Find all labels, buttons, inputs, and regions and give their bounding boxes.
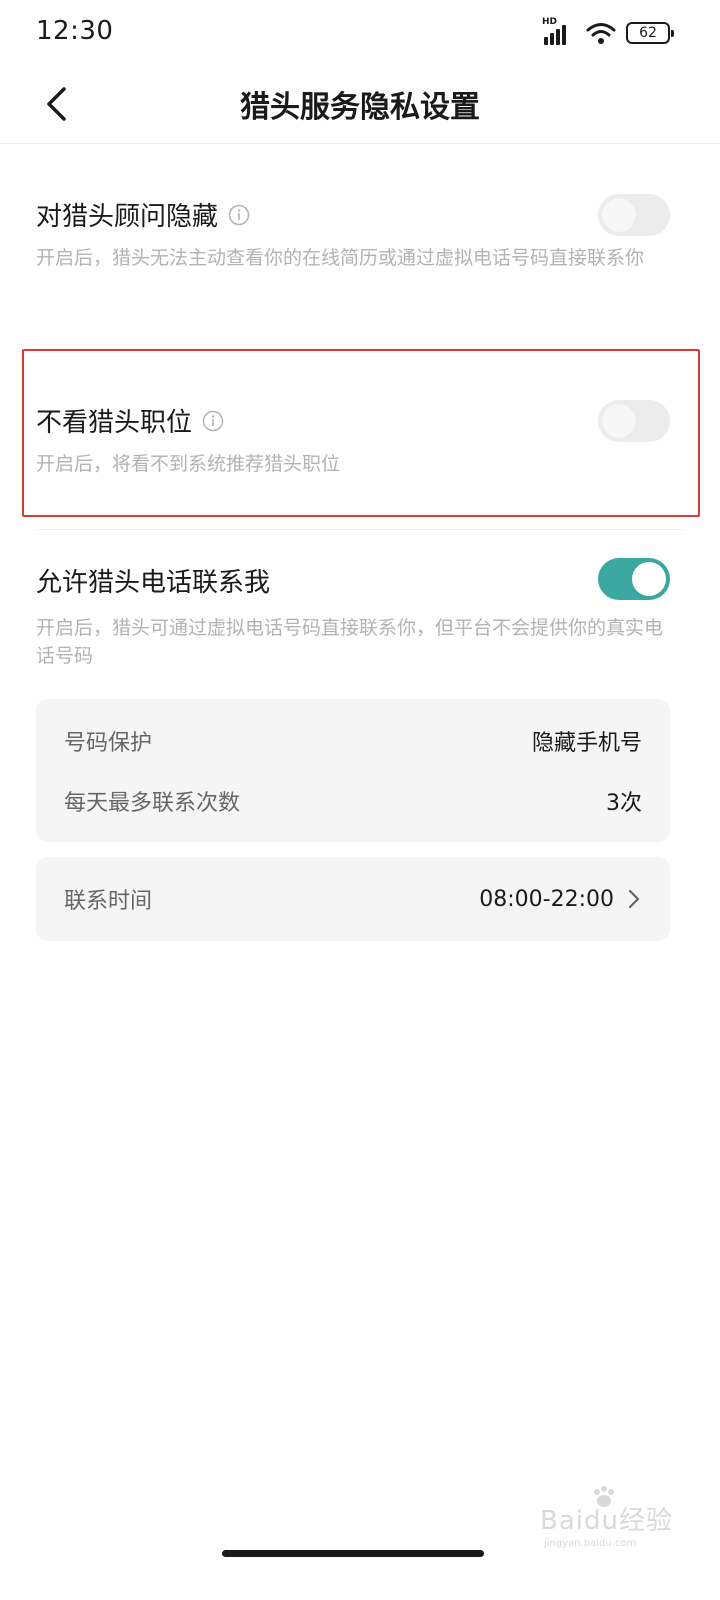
setting-title: 允许猎头电话联系我 [36, 568, 271, 598]
card-value: 隐藏手机号 [531, 731, 642, 756]
phone-protection-card: 号码保护 隐藏手机号 每天最多联系次数 3次 [36, 699, 670, 842]
setting-description: 开启后，将看不到系统推荐猎头职位 [36, 453, 341, 475]
battery-level: 62 [639, 25, 657, 41]
chevron-right-icon [628, 889, 640, 909]
nav-bar: 猎头服务隐私设置 [0, 66, 720, 144]
setting-description: 开启后，猎头可通过虚拟电话号码直接联系你，但平台不会提供你的真实电话号码 [36, 617, 664, 667]
contact-time-value: 08:00-22:00 [479, 886, 614, 912]
hide-headhunter-jobs-toggle[interactable] [598, 400, 670, 442]
wifi-icon [586, 23, 616, 44]
baidu-watermark: Baidu经验 [540, 1506, 673, 1536]
setting-title: 不看猎头职位 [36, 408, 193, 438]
toggle-knob [632, 562, 666, 596]
setting-description: 开启后，猎头无法主动查看你的在线简历或通过虚拟电话号码直接联系你 [36, 247, 645, 269]
status-icons: HD 62 [542, 17, 674, 48]
status-time: 12:30 [36, 16, 114, 46]
toggle-knob [602, 404, 636, 438]
setting-title: 对猎头顾问隐藏 [36, 202, 219, 232]
info-icon[interactable] [202, 410, 224, 432]
setting-title-row: 允许猎头电话联系我 [36, 562, 270, 599]
setting-hide-from-headhunter: 对猎头顾问隐藏 开启后，猎头无法主动查看你的在线简历或通过虚拟电话号码直接联系你 [0, 190, 720, 310]
divider [36, 529, 684, 530]
hide-from-headhunter-toggle[interactable] [598, 194, 670, 236]
home-indicator[interactable] [222, 1550, 484, 1557]
card-label: 联系时间 [64, 889, 153, 914]
card-value: 3次 [606, 791, 642, 816]
card-row-daily-contact-limit[interactable]: 每天最多联系次数 3次 [64, 781, 642, 821]
setting-hide-headhunter-jobs: 不看猎头职位 开启后，将看不到系统推荐猎头职位 [0, 398, 720, 498]
battery-icon: 62 [626, 22, 674, 44]
status-bar: 12:30 HD 62 [0, 0, 720, 66]
allow-phone-contact-toggle[interactable] [598, 558, 670, 600]
card-row-number-protection[interactable]: 号码保护 隐藏手机号 [64, 721, 642, 761]
baidu-watermark-url: jingyan.baidu.com [544, 1538, 637, 1549]
info-icon[interactable] [228, 204, 250, 226]
card-row-contact-time[interactable]: 联系时间 08:00-22:00 [64, 879, 642, 919]
card-value-wrap: 08:00-22:00 [479, 887, 642, 912]
setting-title-row: 对猎头顾问隐藏 [36, 196, 250, 233]
setting-title-row: 不看猎头职位 [36, 402, 224, 439]
card-label: 每天最多联系次数 [64, 791, 241, 816]
card-label: 号码保护 [64, 731, 153, 756]
contact-time-card[interactable]: 联系时间 08:00-22:00 [36, 857, 670, 941]
toggle-knob [602, 198, 636, 232]
setting-allow-phone-contact: 允许猎头电话联系我 开启后，猎头可通过虚拟电话号码直接联系你，但平台不会提供你的… [0, 558, 720, 678]
page-title: 猎头服务隐私设置 [240, 90, 480, 125]
cellular-signal-icon: HD [542, 17, 576, 47]
